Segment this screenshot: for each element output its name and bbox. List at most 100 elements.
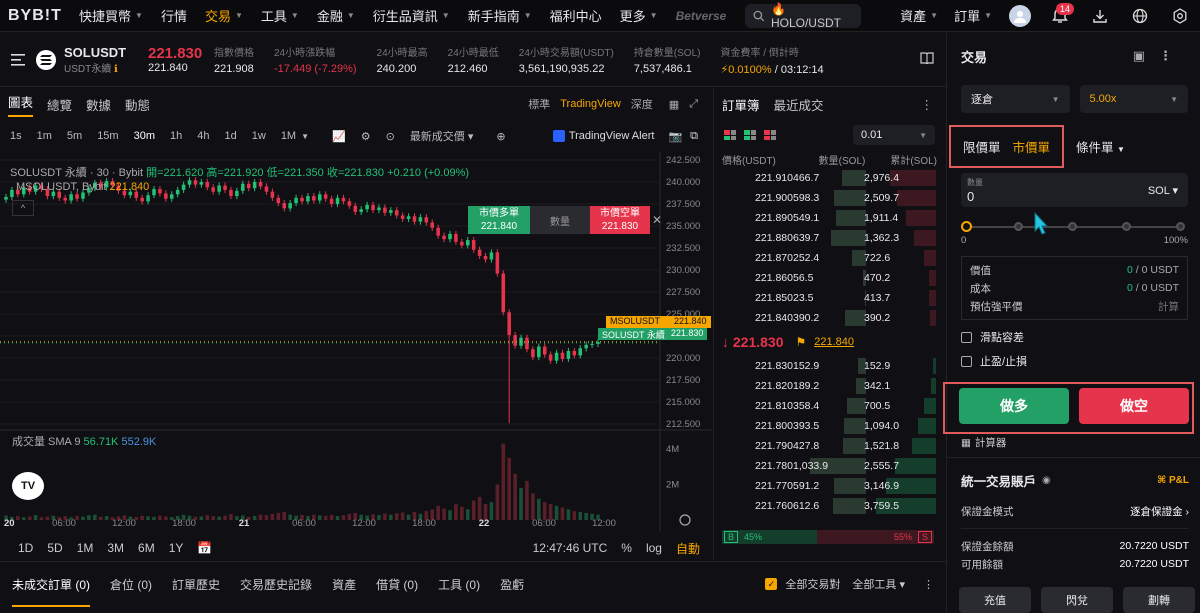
interval-option[interactable]: 1M: [281, 130, 296, 142]
positions-tab[interactable]: 盈虧: [500, 576, 524, 607]
chevron-down-icon[interactable]: ▼: [301, 132, 309, 141]
view-tradingview[interactable]: TradingView: [560, 98, 621, 110]
precision-select[interactable]: 0.01 ▼: [853, 125, 935, 145]
nav-item[interactable]: 新手指南 ▼: [459, 0, 541, 32]
nav-item[interactable]: 金融 ▼: [308, 0, 364, 32]
interval-option[interactable]: 30m: [134, 130, 155, 142]
view-asks-icon[interactable]: [764, 130, 776, 140]
tradingview-alert-button[interactable]: TradingView Alert 📷 ⧉: [552, 130, 712, 143]
orderbook-row[interactable]: 221.900 598.3 2,509.7: [714, 188, 945, 208]
positions-tab[interactable]: 訂單歷史: [172, 576, 220, 607]
calculator-link[interactable]: ▦ 計算器: [961, 435, 1006, 450]
nav-item[interactable]: 福利中心: [541, 0, 611, 32]
orderbook-row[interactable]: 221.840 390.2 390.2: [714, 308, 945, 328]
date-range-icon[interactable]: 📅: [197, 541, 212, 555]
long-button[interactable]: 做多: [959, 388, 1069, 424]
margin-mode-row[interactable]: 保證金模式 逐倉保證金 ›: [961, 502, 1189, 520]
orderbook-row[interactable]: 221.880 639.7 1,362.3: [714, 228, 945, 248]
nav-item[interactable]: 衍生品資訊 ▼: [364, 0, 459, 32]
range-option[interactable]: 1M: [77, 541, 94, 555]
bybit-logo[interactable]: BYB!T: [8, 7, 70, 25]
margin-mode-select[interactable]: 逐倉 ▼: [961, 85, 1070, 113]
convert-button[interactable]: 閃兌: [1041, 587, 1113, 613]
interval-option[interactable]: 15m: [97, 130, 118, 142]
indicators-icon[interactable]: ⚙: [361, 130, 371, 143]
orderbook-row[interactable]: 221.850 23.5 413.7: [714, 288, 945, 308]
orderbook-row[interactable]: 221.810 358.4 700.5: [714, 396, 945, 416]
tab-recent-trades[interactable]: 最近成交: [774, 95, 824, 114]
price-type-select[interactable]: 最新成交價 ▾: [410, 128, 474, 144]
orderbook-row[interactable]: 221.830 152.9 152.9: [714, 356, 945, 376]
layout-icon[interactable]: ▣: [1133, 48, 1145, 64]
positions-tab[interactable]: 工具 (0): [438, 576, 480, 607]
check-icon[interactable]: ✓: [765, 578, 778, 590]
tpsl-checkbox[interactable]: 止盈/止損: [961, 354, 1200, 368]
transfer-button[interactable]: 劃轉: [1123, 587, 1195, 613]
more-icon[interactable]: ⋮: [1159, 48, 1172, 64]
interval-option[interactable]: 1w: [252, 130, 266, 142]
orderbook-row[interactable]: 221.910 466.7 2,976.4: [714, 168, 945, 188]
slippage-checkbox[interactable]: 滑點容差: [961, 330, 1200, 344]
tab-conditional-order[interactable]: 條件單 ▼: [1076, 137, 1125, 156]
nav-item[interactable]: 工具 ▼: [252, 0, 308, 32]
layout-grid-icon[interactable]: ▦: [669, 98, 679, 111]
tab-market-order[interactable]: 市價單: [1013, 137, 1051, 156]
orderbook-row[interactable]: 221.760 612.6 3,759.5: [714, 496, 945, 516]
orderbook-row[interactable]: 221.780 1,033.9 2,555.7: [714, 456, 945, 476]
leverage-select[interactable]: 5.00x ▼: [1079, 85, 1188, 113]
collapse-legend-button[interactable]: ^: [12, 200, 34, 216]
orderbook-row[interactable]: 221.890 549.1 1,911.4: [714, 208, 945, 228]
positions-tab[interactable]: 交易歷史記錄: [240, 576, 312, 607]
tab-data[interactable]: 數據: [86, 95, 111, 114]
view-depth[interactable]: 深度: [631, 96, 653, 112]
quantity-slider[interactable]: [961, 221, 1188, 233]
range-option[interactable]: 1Y: [169, 541, 184, 555]
short-button[interactable]: 做空: [1079, 388, 1189, 424]
interval-option[interactable]: 1h: [170, 130, 182, 142]
all-tools-select[interactable]: 全部工具 ▾: [852, 576, 905, 592]
nav-item[interactable]: 交易 ▼: [196, 0, 252, 32]
orderbook-row[interactable]: 221.860 56.5 470.2: [714, 268, 945, 288]
quick-qty-input[interactable]: 數量: [530, 206, 590, 234]
positions-tab[interactable]: 借貸 (0): [376, 576, 418, 607]
market-sell-button[interactable]: 市價空單 221.830: [590, 206, 650, 234]
user-avatar-button[interactable]: [1000, 0, 1040, 32]
expand-icon[interactable]: ⤢: [689, 98, 698, 111]
range-option[interactable]: 5D: [47, 541, 62, 555]
nav-orders[interactable]: 訂單 ▼: [946, 0, 1000, 32]
tradingview-logo[interactable]: TV: [12, 472, 44, 500]
slider-handle[interactable]: [961, 221, 972, 232]
add-icon[interactable]: ⊕: [496, 130, 505, 143]
notification-button[interactable]: 14: [1040, 0, 1080, 32]
tab-overview[interactable]: 總覽: [47, 95, 72, 114]
interval-option[interactable]: 1m: [37, 130, 52, 142]
menu-button[interactable]: [0, 53, 36, 66]
settings-button[interactable]: [1160, 0, 1200, 32]
slider-step[interactable]: [1068, 222, 1077, 231]
chart-type-icon[interactable]: 📈: [332, 130, 346, 143]
positions-tab[interactable]: 資產: [332, 576, 356, 607]
more-icon[interactable]: ⋮: [921, 97, 946, 112]
info-icon[interactable]: ℹ: [114, 64, 118, 75]
tab-feed[interactable]: 動態: [125, 95, 150, 114]
interval-option[interactable]: 5m: [67, 130, 82, 142]
view-both-icon[interactable]: [724, 130, 736, 140]
percent-scale-toggle[interactable]: %: [621, 541, 632, 555]
close-icon[interactable]: ✕: [650, 206, 664, 234]
nav-assets[interactable]: 資產 ▼: [892, 0, 946, 32]
tab-orderbook[interactable]: 訂單簿: [722, 95, 760, 114]
orderbook-row[interactable]: 221.790 427.8 1,521.8: [714, 436, 945, 456]
deposit-button[interactable]: 充值: [959, 587, 1031, 613]
language-button[interactable]: [1120, 0, 1160, 32]
nav-item[interactable]: 快捷買幣 ▼: [70, 0, 152, 32]
eye-icon[interactable]: ◉: [1042, 475, 1051, 486]
orderbook-row[interactable]: 221.770 591.2 3,146.9: [714, 476, 945, 496]
slider-step[interactable]: [1176, 222, 1185, 231]
positions-tab[interactable]: 倉位 (0): [110, 576, 152, 607]
auto-scale-toggle[interactable]: 自動: [676, 540, 700, 557]
orderbook-row[interactable]: 221.870 252.4 722.6: [714, 248, 945, 268]
range-option[interactable]: 1D: [18, 541, 33, 555]
more-icon[interactable]: ⋮: [923, 578, 934, 591]
slider-step[interactable]: [1014, 222, 1023, 231]
betverse-link[interactable]: Betverse: [667, 9, 736, 23]
